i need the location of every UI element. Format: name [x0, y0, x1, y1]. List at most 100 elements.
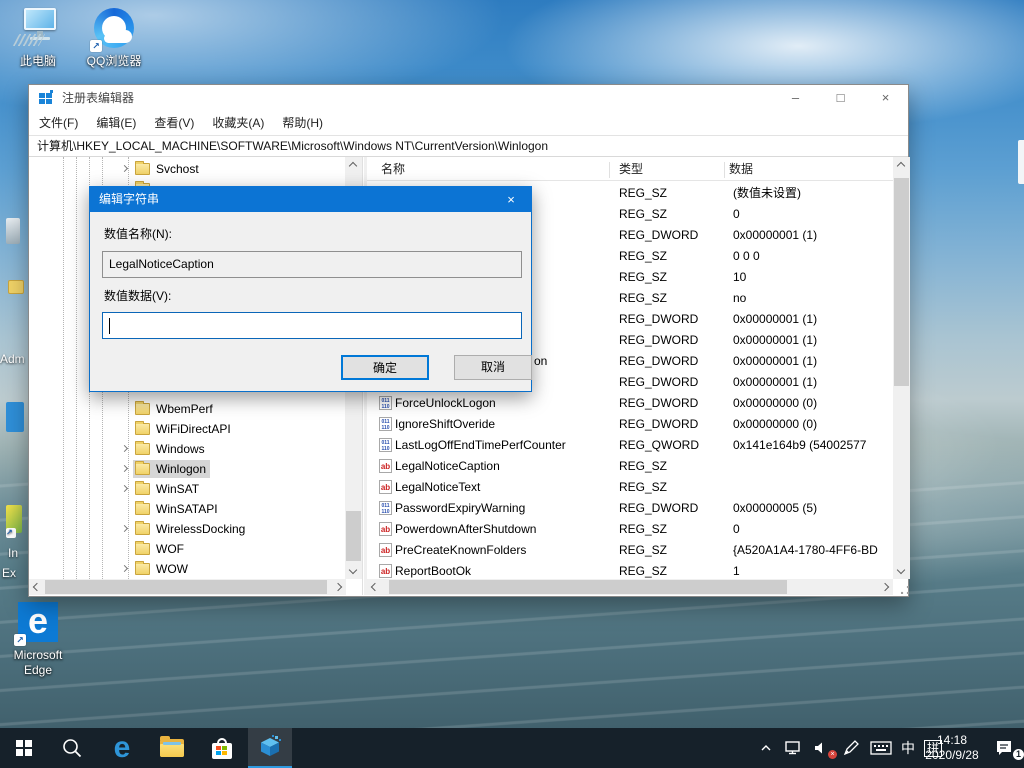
- tree-item-winlogon[interactable]: Winlogon: [29, 459, 362, 479]
- window-titlebar[interactable]: 注册表编辑器 – □ ×: [29, 85, 908, 111]
- value-name: LegalNoticeText: [395, 477, 480, 498]
- tree-item-svchost[interactable]: Svchost: [29, 159, 362, 179]
- speaker-muted-icon: [813, 740, 829, 756]
- column-header-data[interactable]: 数据: [729, 159, 753, 180]
- list-horizontal-scrollbar[interactable]: [367, 579, 893, 595]
- tree-item-label: WOW: [156, 562, 188, 576]
- taskbar-explorer-button[interactable]: [150, 728, 194, 768]
- partial-icon-label: Ex: [2, 566, 16, 580]
- maximize-button[interactable]: □: [818, 85, 863, 111]
- desktop-icon-microsoft-edge[interactable]: e ↗ Microsoft Edge: [0, 602, 76, 678]
- mute-badge: ×: [828, 750, 837, 759]
- column-header-type[interactable]: 类型: [619, 159, 643, 180]
- desktop-icon-qq-browser[interactable]: ↗ QQ浏览器: [76, 8, 152, 69]
- value-data: {A520A1A4-1780-4FF6-BD: [733, 540, 894, 561]
- table-row[interactable]: 011110LastLogOffEndTimePerfCounterREG_QW…: [367, 435, 894, 456]
- value-data: 0x141e164b9 (54002577: [733, 435, 894, 456]
- qq-browser-icon: ↗: [92, 8, 136, 50]
- minimize-button[interactable]: –: [773, 85, 818, 111]
- dialog-close-button[interactable]: ×: [491, 187, 531, 213]
- taskbar-store-button[interactable]: [200, 728, 244, 768]
- desktop-icon-label: QQ浏览器: [76, 54, 152, 69]
- taskbar-clock[interactable]: 14:18 2020/9/28: [916, 728, 988, 768]
- taskbar-edge-button[interactable]: e: [100, 728, 144, 768]
- tree-item-wirelessdocking[interactable]: WirelessDocking: [29, 519, 362, 539]
- tree-item-wbemperf[interactable]: WbemPerf: [29, 399, 362, 419]
- table-row[interactable]: abLegalNoticeCaptionREG_SZ: [367, 456, 894, 477]
- tree-item-label: WinSATAPI: [156, 502, 218, 516]
- menu-item-4[interactable]: 帮助(H): [273, 111, 332, 135]
- tray-touch-keyboard-icon[interactable]: [866, 728, 896, 768]
- value-data: 0x00000001 (1): [733, 330, 894, 351]
- tray-pen-icon[interactable]: [838, 728, 864, 768]
- value-data: (数值未设置): [733, 183, 894, 204]
- tree-item-label: WbemPerf: [156, 402, 213, 416]
- menu-item-2[interactable]: 查看(V): [145, 111, 203, 135]
- shortcut-arrow-icon: ↗: [6, 528, 16, 538]
- start-button[interactable]: [2, 728, 46, 768]
- tree-item-wof[interactable]: WOF: [29, 539, 362, 559]
- menu-item-1[interactable]: 编辑(E): [87, 111, 145, 135]
- tree-item-windows[interactable]: Windows: [29, 439, 362, 459]
- value-name: LegalNoticeCaption: [395, 456, 500, 477]
- value-type: REG_DWORD: [619, 498, 698, 519]
- value-type: REG_DWORD: [619, 330, 698, 351]
- column-header-name[interactable]: 名称: [381, 159, 405, 180]
- list-header: 名称 类型 数据: [367, 159, 894, 181]
- partial-folder-icon: [8, 280, 24, 294]
- tree-horizontal-scrollbar[interactable]: [29, 579, 346, 595]
- expand-chevron-icon[interactable]: [121, 465, 128, 472]
- expand-chevron-icon[interactable]: [121, 165, 128, 172]
- value-name: PasswordExpiryWarning: [395, 498, 525, 519]
- text-caret: [109, 318, 110, 334]
- expand-chevron-icon[interactable]: [121, 565, 128, 572]
- expand-chevron-icon[interactable]: [121, 445, 128, 452]
- ok-button[interactable]: 确定: [341, 355, 429, 380]
- table-row[interactable]: 011110ForceUnlockLogonREG_DWORD0x0000000…: [367, 393, 894, 414]
- value-data: 10: [733, 267, 894, 288]
- close-button[interactable]: ×: [863, 85, 908, 111]
- cancel-button[interactable]: 取消: [454, 355, 532, 380]
- value-data-input[interactable]: [102, 312, 522, 339]
- value-type: REG_DWORD: [619, 414, 698, 435]
- dialog-titlebar[interactable]: 编辑字符串: [89, 186, 532, 212]
- tree-item-label: WOF: [156, 542, 184, 556]
- scrollbar-thumb[interactable]: [389, 580, 787, 594]
- action-center-button[interactable]: 1: [988, 728, 1020, 768]
- tree-item-wifidirectapi[interactable]: WiFiDirectAPI: [29, 419, 362, 439]
- menu-item-3[interactable]: 收藏夹(A): [203, 111, 273, 135]
- network-icon: [784, 740, 802, 756]
- tray-network-icon[interactable]: [780, 728, 806, 768]
- table-row[interactable]: 011110IgnoreShiftOverideREG_DWORD0x00000…: [367, 414, 894, 435]
- list-vertical-scrollbar[interactable]: [893, 157, 910, 579]
- scrollbar-thumb[interactable]: [45, 580, 327, 594]
- table-row[interactable]: abLegalNoticeTextREG_SZ: [367, 477, 894, 498]
- desktop-icon-label: Microsoft Edge: [0, 648, 76, 678]
- menu-item-0[interactable]: 文件(F): [30, 111, 87, 135]
- taskbar-regedit-button[interactable]: [248, 728, 292, 768]
- folder-icon: [135, 463, 150, 475]
- search-button[interactable]: [50, 728, 94, 768]
- tree-item-wow[interactable]: WOW: [29, 559, 362, 579]
- expand-chevron-icon[interactable]: [121, 485, 128, 492]
- scrollbar-thumb[interactable]: [346, 511, 361, 561]
- value-name: PreCreateKnownFolders: [395, 540, 526, 561]
- value-type: REG_QWORD: [619, 435, 699, 456]
- scrollbar-thumb[interactable]: [894, 178, 909, 386]
- tree-item-winsat[interactable]: WinSAT: [29, 479, 362, 499]
- desktop-icon-this-pc[interactable]: 此电脑: [0, 8, 76, 69]
- address-bar[interactable]: 计算机\HKEY_LOCAL_MACHINE\SOFTWARE\Microsof…: [29, 135, 908, 157]
- expand-chevron-icon[interactable]: [121, 525, 128, 532]
- table-row[interactable]: 011110PasswordExpiryWarningREG_DWORD0x00…: [367, 498, 894, 519]
- value-type: REG_SZ: [619, 477, 667, 498]
- table-row[interactable]: abPowerdownAfterShutdownREG_SZ0: [367, 519, 894, 540]
- tray-volume-icon[interactable]: ×: [808, 728, 834, 768]
- tree-item-winsatapi[interactable]: WinSATAPI: [29, 499, 362, 519]
- partial-icon-label: Adm: [0, 352, 25, 366]
- resize-grip[interactable]: [901, 586, 909, 594]
- taskbar: e: [0, 728, 1024, 768]
- tray-expand-button[interactable]: [754, 728, 778, 768]
- table-row[interactable]: abPreCreateKnownFoldersREG_SZ{A520A1A4-1…: [367, 540, 894, 561]
- value-type: REG_SZ: [619, 288, 667, 309]
- value-name: PowerdownAfterShutdown: [395, 519, 536, 540]
